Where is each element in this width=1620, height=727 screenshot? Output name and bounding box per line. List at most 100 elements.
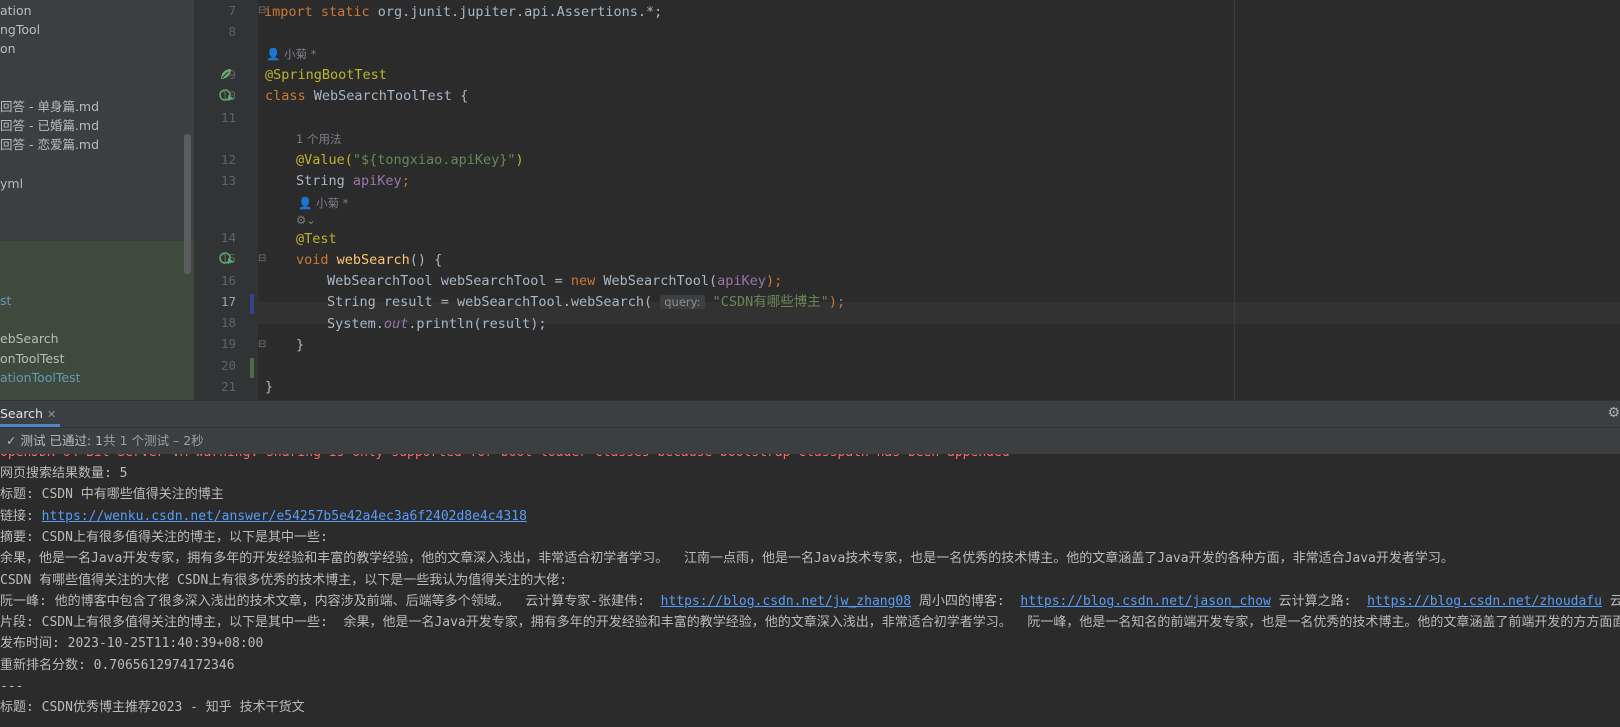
console-line: 标题: CSDN优秀博主推荐2023 - 知乎 技术干货文 [0,700,305,715]
test-status-label: 测试 已通过: [20,433,92,448]
line-number: 19 [220,336,236,351]
test-status-bar: ✓ 测试 已通过: 1共 1 个测试 – 2秒 [0,427,1620,454]
author-inlay-hint[interactable]: 👤 小菊 * [266,46,316,62]
code-line-9: @SpringBootTest [265,67,387,83]
user-icon: 👤 [266,47,281,61]
tree-item-md-file[interactable]: 回答 - 恋爱篇.md [0,137,99,153]
close-icon[interactable]: ✕ [47,408,56,421]
console-line: 摘要: CSDN上有很多值得关注的博主，以下是其中一些: [0,530,328,545]
code-editor[interactable]: 7 8 9 10 11 12 13 14 15 16 17 18 19 20 2… [194,0,1620,400]
code-line-10: class WebSearchToolTest { [265,87,468,105]
result-link[interactable]: https://wenku.csdn.net/answer/e54257b5e4… [42,509,527,524]
author-name: 小菊 * [283,47,317,61]
keyword: import static [264,4,370,20]
console-text: 阮一峰: 他的博客中包含了很多深入浅出的技术文章，内容涉及前端、后端等多个领域。… [0,594,661,609]
code-line-18: System.out.println(result); [327,315,546,333]
test-summary: 共 1 个测试 – 2秒 [103,433,204,448]
run-tool-window-tabs: Search ✕ ⚙ [0,400,1620,427]
change-marker[interactable] [250,294,254,314]
import-path: org.junit.jupiter.api.Assertions.*; [369,4,663,20]
tree-item-selected[interactable]: ationToolTest [0,370,81,386]
code-line-7: import static org.junit.jupiter.api.Asse… [264,3,662,21]
line-number: 21 [220,379,236,394]
code-line-16: WebSearchTool webSearchTool = new WebSea… [327,272,782,290]
static-field: out [383,316,409,332]
code-line-21: } [265,379,274,395]
author-inlay-hint[interactable]: 👤 小菊 * [298,195,348,211]
line-number: 16 [220,273,236,288]
line-number: 7 [228,3,236,18]
author-name: 小菊 * [315,196,349,210]
field: apiKey [352,173,402,189]
console-line: CSDN 有哪些值得关注的大佬 CSDN上有很多优秀的技术博主，以下是一些我认为… [0,573,568,588]
blog-link[interactable]: https://blog.csdn.net/jw_zhang08 [661,594,911,609]
punct: ; [401,173,410,189]
test-passed-count: 1 [95,433,104,448]
punct: ); [765,273,783,289]
punct: ); [828,294,846,310]
console-text: 周小四的博客: [911,594,1021,609]
fold-icon[interactable]: ⊟ [258,253,266,264]
user-icon: 👤 [298,196,313,210]
class-name: WebSearchToolTest { [305,88,469,104]
tree-item[interactable]: ebSearch [0,331,59,347]
code-text: String result = webSearchTool.webSearch( [327,294,661,310]
method-name: webSearch [336,252,410,268]
console-line: 链接: https://wenku.csdn.net/answer/e54257… [0,508,527,526]
project-tree: ation ngTool on 回答 - 单身篇.md 回答 - 已婚篇.md … [0,0,194,400]
string-literal: "CSDN有哪些博主" [712,294,829,310]
blog-link[interactable]: https://blog.csdn.net/jason_chow [1020,594,1270,609]
right-margin-guide [1234,0,1235,400]
code-text: WebSearchTool( [595,273,718,289]
console-line: 阮一峰: 他的博客中包含了很多深入浅出的技术文章，内容涉及前端、后端等多个领域。… [0,593,1620,611]
fold-icon[interactable]: ⊟ [258,339,266,350]
string-literal: "${tongxiao.apiKey}" [352,152,516,168]
usage-inlay-hint[interactable]: 1 个用法 [296,131,341,147]
line-number: 8 [228,24,236,39]
code-text: System. [327,316,384,332]
console-line: 网页搜索结果数量: 5 [0,466,128,481]
chevron-down-icon[interactable]: ⚙⌄ [296,213,316,227]
code-line-15: void webSearch() { [296,251,442,269]
parameter-hint: query: [660,295,705,309]
tree-item-test-folder[interactable]: st [0,293,11,309]
line-number: 18 [220,315,236,330]
keyword: class [265,88,306,104]
tree-item-md-file[interactable]: 回答 - 已婚篇.md [0,118,99,134]
console-text: 云计 [1609,594,1620,609]
tree-item[interactable]: onToolTest [0,351,64,367]
line-number-current: 17 [220,294,236,309]
tree-item[interactable]: ngTool [0,22,40,38]
line-number: 11 [220,110,236,125]
console-line: 余果，他是一名Java开发专家，拥有多年的开发经验和丰富的教学经验，他的文章深入… [0,551,1454,566]
tree-item-md-file[interactable]: 回答 - 单身篇.md [0,99,99,115]
spring-leaf-icon[interactable] [219,67,233,85]
annotation: @Value( [296,152,353,168]
run-test-icon[interactable] [219,251,235,269]
check-icon: ✓ [6,433,17,448]
console-line: 片段: CSDN上有很多值得关注的博主，以下是其中一些: 余果，他是一名Java… [0,615,1620,630]
tree-scrollbar[interactable] [184,134,191,274]
change-marker[interactable] [250,358,254,378]
line-number: 12 [220,152,236,167]
tree-item-yml[interactable]: yml [0,176,23,192]
code-text: .println(result); [408,316,547,332]
annotation: ) [515,152,524,168]
run-test-icon[interactable] [219,88,235,106]
tree-item[interactable]: ation [0,3,32,19]
blog-link[interactable]: https://blog.csdn.net/zhoudafu [1367,594,1602,609]
punct: () { [409,252,443,268]
console-line: 重新排名分数: 0.7065612974172346 [0,658,235,673]
console-output[interactable]: OpenJDK 64-Bit Server VM warning: Sharin… [0,454,1620,727]
code-line-14: @Test [296,231,337,247]
link-label: 链接: [0,509,42,524]
console-line: 标题: CSDN 中有哪些值得关注的博主 [0,487,224,502]
console-line: --- [0,679,24,694]
type: String [296,173,353,189]
code-text: WebSearchTool webSearchTool = [327,273,571,289]
tree-item[interactable]: on [0,41,16,57]
run-tab-label: Search [0,406,43,421]
code-line-19: } [296,337,305,353]
gear-icon[interactable]: ⚙ [1607,405,1620,421]
editor-gutter: 7 8 9 10 11 12 13 14 15 16 17 18 19 20 2… [194,0,258,400]
